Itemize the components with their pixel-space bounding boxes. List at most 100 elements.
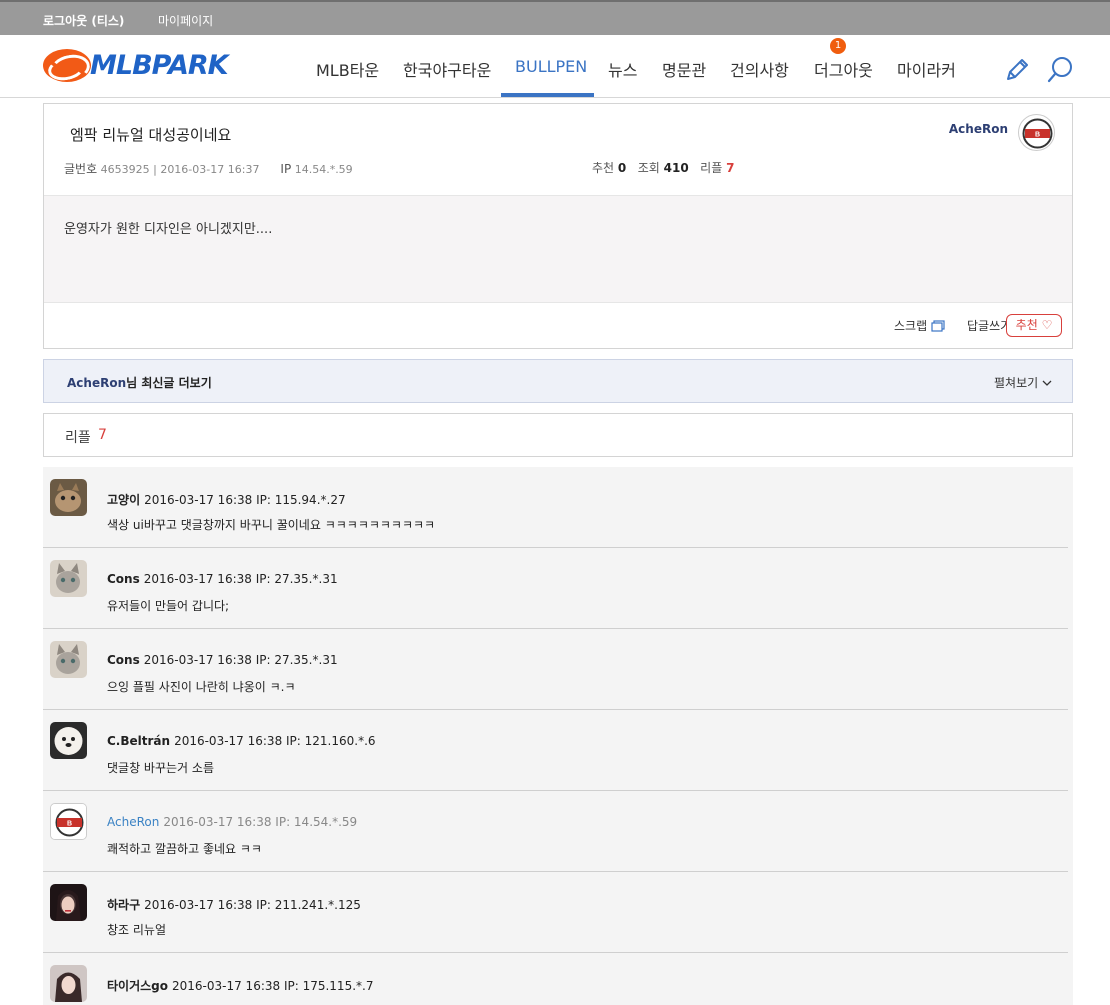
svg-text:B: B — [67, 821, 72, 828]
person-photo-icon — [50, 884, 87, 921]
svg-text:B: B — [1035, 132, 1040, 139]
dugout-notification-badge: 1 — [830, 38, 846, 54]
dog-photo-icon — [50, 722, 87, 759]
comment-meta: 2016-03-17 16:38 IP: 27.35.*.31 — [143, 653, 338, 667]
comment-meta: 2016-03-17 16:38 IP: 115.94.*.27 — [144, 493, 346, 507]
logout-link[interactable]: 로그아웃 (티스) — [43, 12, 124, 29]
ip-label: IP — [280, 162, 292, 176]
logo-text: MLBPARK — [90, 50, 229, 81]
commenter-avatar[interactable] — [50, 722, 87, 759]
views-label: 조회 — [637, 161, 660, 175]
comment-header: Cons 2016-03-17 16:38 IP: 27.35.*.31 — [107, 653, 338, 667]
replies-count: 7 — [726, 161, 735, 175]
post-author[interactable]: AcheRon — [949, 122, 1008, 136]
comment-meta: 2016-03-17 16:38 IP: 175.115.*.7 — [172, 979, 374, 993]
scrap-label: 스크랩 — [894, 319, 928, 333]
commenter-avatar[interactable] — [50, 641, 87, 678]
mypage-link[interactable]: 마이페이지 — [158, 12, 213, 29]
commenter-avatar[interactable]: B — [50, 803, 87, 840]
commenter-avatar[interactable] — [50, 479, 87, 516]
comment-item: C.Beltrán 2016-03-17 16:38 IP: 121.160.*.… — [43, 710, 1068, 791]
comment-header: 타이거스go 2016-03-17 16:38 IP: 175.115.*.7 — [107, 977, 373, 994]
author-recent-posts-bar[interactable]: AcheRon님 최신글 더보기 펼쳐보기 — [43, 359, 1073, 403]
comment-list: 고양이 2016-03-17 16:38 IP: 115.94.*.27 색상 u… — [43, 467, 1073, 1005]
scrap-icon — [931, 320, 945, 332]
nav-dugout[interactable]: 더그아웃 — [814, 57, 873, 81]
commenter-name[interactable]: 타이거스go — [107, 979, 168, 993]
reply-write-button[interactable]: 답글쓰기 — [967, 317, 1011, 334]
recent-posts-author: AcheRon — [67, 376, 127, 390]
comment-text: 유저들이 만들어 갑니다; — [107, 599, 230, 613]
post-ip: 14.54.*.59 — [294, 163, 353, 176]
comment-item: 타이거스go 2016-03-17 16:38 IP: 175.115.*.7 — [43, 953, 1068, 1005]
comment-header: AcheRon 2016-03-17 16:38 IP: 14.54.*.59 — [107, 815, 357, 829]
reply-count-value: 7 — [98, 427, 107, 443]
person-photo-icon — [50, 965, 87, 1002]
comment-item: B AcheRon 2016-03-17 16:38 IP: 14.54.*.59… — [43, 791, 1068, 872]
recommend-button[interactable]: 추천 ♡ — [1006, 314, 1062, 337]
post-number-label: 글번호 — [64, 162, 98, 176]
reply-count-label: 리플 — [65, 430, 91, 446]
comment-text: 으잉 플필 사진이 나란히 냐옹이 ㅋ.ㅋ — [107, 680, 296, 694]
kitten-photo-icon — [50, 560, 87, 597]
commenter-name[interactable]: 하라구 — [107, 898, 140, 912]
replies-label: 리플 — [700, 161, 723, 175]
post-meta: 글번호 4653925 | 2016-03-17 16:37 IP 14.54.… — [64, 160, 353, 177]
comment-meta: 2016-03-17 16:38 IP: 14.54.*.59 — [163, 815, 358, 829]
search-icon[interactable] — [1046, 55, 1076, 85]
comment-text: 쾌적하고 깔끔하고 좋네요 ㅋㅋ — [107, 842, 262, 856]
post-actions: 스크랩 답글쓰기 추천 ♡ — [672, 312, 1072, 338]
commenter-name[interactable]: C.Beltrán — [107, 734, 170, 748]
comment-item: Cons 2016-03-17 16:38 IP: 27.35.*.31 으잉 플… — [43, 629, 1068, 710]
post-title: 엠팍 리뉴얼 대성공이네요 — [70, 126, 232, 144]
bears-logo-icon: B — [51, 804, 86, 839]
baseball-logo-icon — [43, 49, 91, 82]
chevron-down-icon — [1042, 380, 1052, 386]
expand-button[interactable]: 펼쳐보기 — [994, 374, 1052, 391]
comment-item: 고양이 2016-03-17 16:38 IP: 115.94.*.27 색상 u… — [43, 467, 1068, 548]
nav-my-locker[interactable]: 마이라커 — [897, 57, 956, 81]
recent-posts-label: 님 최신글 더보기 — [126, 376, 212, 390]
commenter-name[interactable]: 고양이 — [107, 493, 140, 507]
comment-item: 하라구 2016-03-17 16:38 IP: 211.241.*.125 창조… — [43, 872, 1068, 953]
post-content: 운영자가 원한 디자인은 아니겠지만.... — [64, 222, 273, 237]
recommend-count: 0 — [617, 161, 627, 175]
commenter-avatar[interactable] — [50, 965, 87, 1002]
recommend-label: 추천 — [592, 161, 615, 175]
commenter-name[interactable]: AcheRon — [107, 815, 159, 829]
scrap-button[interactable]: 스크랩 — [894, 317, 945, 334]
comment-meta: 2016-03-17 16:38 IP: 121.160.*.6 — [174, 734, 376, 748]
views-count: 410 — [663, 161, 689, 175]
expand-label: 펼쳐보기 — [994, 376, 1039, 390]
comment-meta: 2016-03-17 16:38 IP: 27.35.*.31 — [143, 572, 338, 586]
comment-item: Cons 2016-03-17 16:38 IP: 27.35.*.31 유저들이… — [43, 548, 1068, 629]
reply-count-header: 리플 7 — [43, 413, 1073, 457]
comment-text: 창조 리뉴얼 — [107, 923, 167, 937]
pencil-icon[interactable] — [1002, 55, 1032, 85]
commenter-name[interactable]: Cons — [107, 572, 140, 586]
nav-news[interactable]: 뉴스 — [608, 57, 637, 81]
comment-header: C.Beltrán 2016-03-17 16:38 IP: 121.160.*.… — [107, 734, 376, 748]
comment-meta: 2016-03-17 16:38 IP: 211.241.*.125 — [144, 898, 361, 912]
nav-hall-of-fame[interactable]: 명문관 — [662, 57, 706, 81]
post-number-date: 4653925 | 2016-03-17 16:37 — [100, 163, 260, 176]
mlbpark-logo[interactable]: MLBPARK — [43, 49, 243, 85]
comment-text: 색상 ui바꾸고 댓글창까지 바꾸니 꿀이네요 ㅋㅋㅋㅋㅋㅋㅋㅋㅋㅋ — [107, 518, 436, 532]
kitten-photo-icon — [50, 641, 87, 678]
post-container: 엠팍 리뉴얼 대성공이네요 AcheRon B 글번호 4653925 | 20… — [43, 103, 1073, 349]
top-utility-bar: 로그아웃 (티스) 마이페이지 — [0, 0, 1110, 35]
post-stats: 추천 0 조회 410 리플 7 — [592, 159, 734, 176]
recent-posts-title: AcheRon님 최신글 더보기 — [67, 374, 212, 391]
comment-header: Cons 2016-03-17 16:38 IP: 27.35.*.31 — [107, 572, 338, 586]
nav-mlb-town[interactable]: MLB타운 — [316, 57, 379, 81]
active-nav-underline — [501, 93, 594, 97]
nav-bullpen[interactable]: BULLPEN — [515, 57, 587, 76]
commenter-avatar[interactable] — [50, 884, 87, 921]
nav-suggestions[interactable]: 건의사항 — [730, 57, 789, 81]
nav-korea-baseball-town[interactable]: 한국야구타운 — [403, 57, 491, 81]
bears-logo-icon: B — [1022, 118, 1053, 149]
post-body: 운영자가 원한 디자인은 아니겠지만.... — [44, 195, 1072, 303]
commenter-avatar[interactable] — [50, 560, 87, 597]
author-avatar[interactable]: B — [1018, 114, 1055, 151]
commenter-name[interactable]: Cons — [107, 653, 140, 667]
